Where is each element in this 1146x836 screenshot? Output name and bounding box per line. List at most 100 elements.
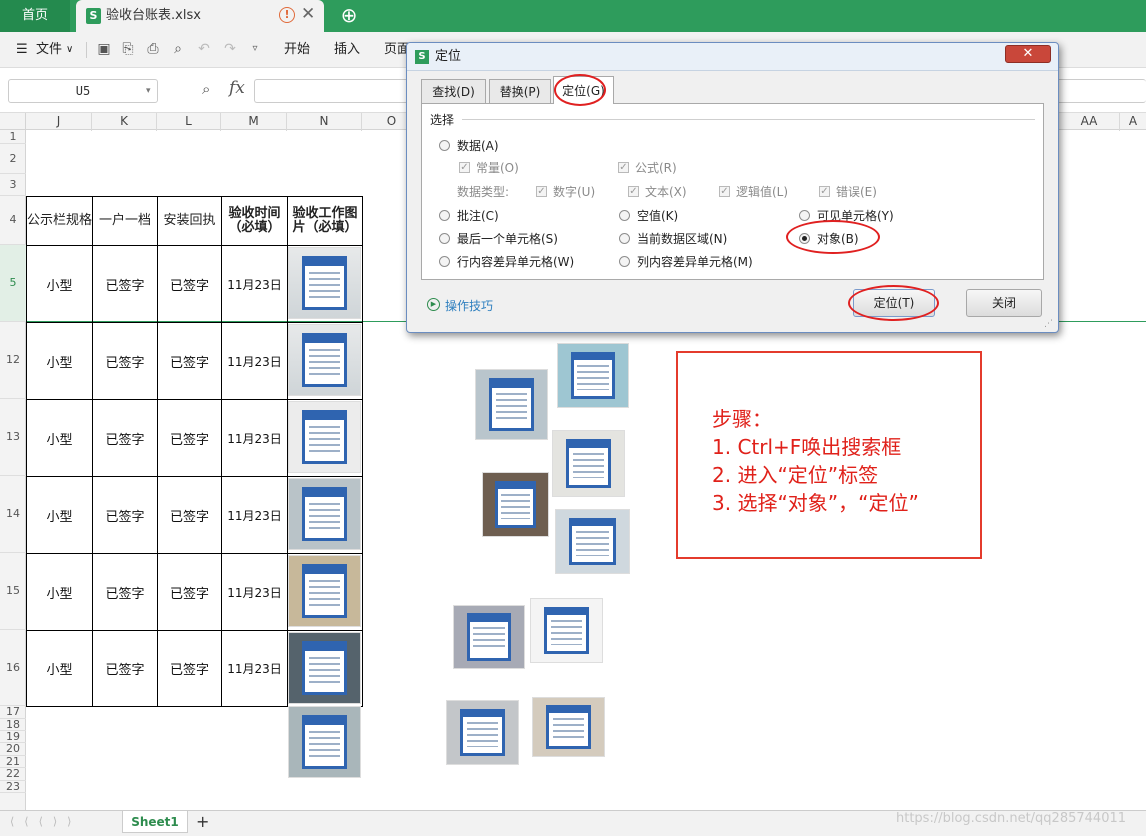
- header-cell-archive[interactable]: 一户一档: [93, 197, 158, 246]
- embedded-photo[interactable]: [288, 324, 361, 396]
- row-header-selected[interactable]: 5: [0, 245, 26, 322]
- col-header-K[interactable]: K: [92, 113, 157, 131]
- checkbox-error[interactable]: ✓: [819, 186, 830, 197]
- embedded-photo[interactable]: [288, 401, 361, 473]
- row-header[interactable]: 12: [0, 322, 26, 399]
- row-header[interactable]: 14: [0, 476, 26, 553]
- dialog-close-icon[interactable]: ✕: [1005, 45, 1051, 63]
- col-header-M[interactable]: M: [221, 113, 287, 131]
- tips-link[interactable]: 操作技巧: [445, 297, 493, 314]
- col-header-J[interactable]: J: [26, 113, 92, 131]
- tab-replace[interactable]: 替换(P): [489, 79, 551, 104]
- sheet-tab-sheet1[interactable]: Sheet1: [122, 811, 188, 833]
- tab-document[interactable]: S 验收台账表.xlsx ! ✕: [76, 0, 324, 32]
- table-cell[interactable]: 小型: [27, 554, 93, 631]
- floating-photo[interactable]: [453, 605, 525, 669]
- floating-photo[interactable]: [557, 343, 629, 408]
- resize-grip-icon[interactable]: ⋰: [1044, 319, 1053, 329]
- undo-icon[interactable]: ↶: [196, 41, 212, 57]
- table-cell[interactable]: 11月23日: [222, 246, 288, 323]
- name-box-dropdown-icon[interactable]: ▾: [146, 79, 151, 103]
- floating-photo[interactable]: [532, 697, 605, 757]
- save-icon[interactable]: ▣: [96, 41, 112, 57]
- table-cell[interactable]: 小型: [27, 246, 93, 323]
- header-cell-spec[interactable]: 公示栏规格: [27, 197, 93, 246]
- embedded-photo[interactable]: [288, 247, 361, 319]
- col-header-AA[interactable]: AA: [1058, 113, 1120, 131]
- row-header[interactable]: 3: [0, 174, 26, 196]
- row-header[interactable]: 13: [0, 399, 26, 476]
- checkbox-text[interactable]: ✓: [628, 186, 639, 197]
- radio-last-cell[interactable]: [439, 233, 450, 244]
- embedded-photo[interactable]: [288, 632, 361, 704]
- play-icon[interactable]: ▶: [427, 298, 440, 311]
- table-cell[interactable]: 已签字: [93, 631, 158, 707]
- tab-home[interactable]: 首页: [0, 0, 70, 32]
- fx-icon[interactable]: fx: [229, 78, 245, 98]
- embedded-photo[interactable]: [288, 706, 361, 778]
- checkbox-logical[interactable]: ✓: [719, 186, 730, 197]
- floating-photo[interactable]: [475, 369, 548, 440]
- close-button[interactable]: 关闭: [966, 289, 1042, 317]
- table-cell[interactable]: 已签字: [158, 323, 222, 400]
- table-cell[interactable]: 已签字: [93, 246, 158, 323]
- sheet-nav-icons[interactable]: ⟨⟨⟨⟩⟩: [10, 815, 81, 828]
- table-cell[interactable]: 已签字: [158, 477, 222, 554]
- col-header-AB[interactable]: A: [1120, 113, 1146, 131]
- table-cell[interactable]: 小型: [27, 400, 93, 477]
- tab-find[interactable]: 查找(D): [421, 79, 486, 104]
- table-cell[interactable]: 11月23日: [222, 477, 288, 554]
- zoom-search-icon[interactable]: ⌕: [202, 80, 210, 98]
- add-sheet-icon[interactable]: +: [196, 812, 209, 831]
- chevron-down-icon[interactable]: ∨: [66, 32, 73, 68]
- embedded-photo[interactable]: [288, 555, 361, 627]
- row-header[interactable]: 23: [0, 781, 26, 793]
- table-cell[interactable]: 已签字: [158, 246, 222, 323]
- row-header[interactable]: 1: [0, 130, 26, 144]
- print-preview-icon[interactable]: ⌕: [170, 41, 186, 57]
- print-icon[interactable]: ⎙: [145, 41, 161, 57]
- row-header[interactable]: 2: [0, 144, 26, 174]
- table-cell[interactable]: 11月23日: [222, 400, 288, 477]
- format-painter-icon[interactable]: ⎘: [120, 41, 136, 57]
- name-box[interactable]: U5: [8, 79, 158, 103]
- table-cell[interactable]: 小型: [27, 631, 93, 707]
- row-header[interactable]: 15: [0, 553, 26, 630]
- new-tab-icon[interactable]: ⊕: [338, 5, 360, 26]
- table-cell[interactable]: 已签字: [158, 631, 222, 707]
- col-header-L[interactable]: L: [157, 113, 221, 131]
- hamburger-icon[interactable]: ☰: [16, 32, 28, 68]
- quick-access-dropdown-icon[interactable]: ▿: [247, 41, 263, 57]
- radio-comment[interactable]: [439, 210, 450, 221]
- file-menu[interactable]: 文件: [36, 32, 62, 68]
- col-header-N[interactable]: N: [287, 113, 362, 131]
- table-cell[interactable]: 已签字: [93, 323, 158, 400]
- table-cell[interactable]: 11月23日: [222, 323, 288, 400]
- row-header[interactable]: 16: [0, 630, 26, 706]
- table-cell[interactable]: 小型: [27, 477, 93, 554]
- embedded-photo[interactable]: [288, 478, 361, 550]
- table-cell[interactable]: 已签字: [93, 554, 158, 631]
- floating-photo[interactable]: [482, 472, 549, 537]
- table-cell[interactable]: 已签字: [158, 400, 222, 477]
- close-tab-icon[interactable]: ✕: [301, 4, 315, 24]
- floating-photo[interactable]: [555, 509, 630, 574]
- radio-blank[interactable]: [619, 210, 630, 221]
- redo-icon[interactable]: ↷: [222, 41, 238, 57]
- menu-start[interactable]: 开始: [284, 32, 310, 68]
- floating-photo[interactable]: [446, 700, 519, 765]
- header-cell-date[interactable]: 验收时间（必填）: [222, 197, 288, 246]
- radio-col-diff[interactable]: [619, 256, 630, 267]
- menu-insert[interactable]: 插入: [334, 32, 360, 68]
- checkbox-constant[interactable]: ✓: [459, 162, 470, 173]
- select-all-corner[interactable]: [0, 113, 26, 131]
- table-cell[interactable]: 小型: [27, 323, 93, 400]
- table-cell[interactable]: 已签字: [93, 477, 158, 554]
- floating-photo[interactable]: [552, 430, 625, 497]
- floating-photo[interactable]: [530, 598, 603, 663]
- table-cell[interactable]: 已签字: [93, 400, 158, 477]
- checkbox-formula[interactable]: ✓: [618, 162, 629, 173]
- radio-visible-cells[interactable]: [799, 210, 810, 221]
- radio-data[interactable]: [439, 140, 450, 151]
- table-cell[interactable]: 11月23日: [222, 554, 288, 631]
